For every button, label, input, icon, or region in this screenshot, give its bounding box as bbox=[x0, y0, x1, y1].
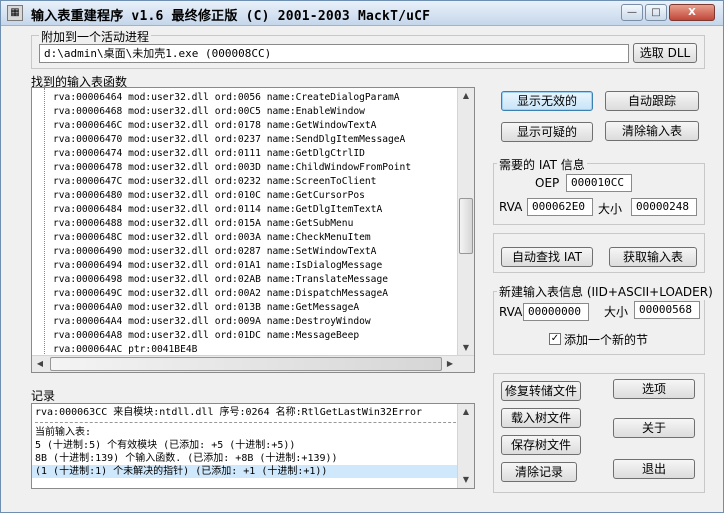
scroll-up-icon[interactable]: ▲ bbox=[458, 404, 474, 420]
oep-label: OEP bbox=[535, 176, 560, 190]
imports-vscroll[interactable]: ▲ ▼ bbox=[457, 88, 474, 356]
close-button[interactable]: X bbox=[669, 4, 715, 21]
import-row[interactable]: rva:0000646C mod:user32.dll ord:0178 nam… bbox=[50, 119, 411, 133]
log-line: 8B (十进制:139) 个输入函数. (已添加: +8B (十进制:+139)… bbox=[35, 453, 338, 464]
get-imports-button[interactable]: 获取输入表 bbox=[609, 247, 697, 267]
log-separator bbox=[35, 422, 471, 423]
add-section-checkbox[interactable]: ✓ bbox=[549, 333, 561, 345]
fix-dump-button[interactable]: 修复转储文件 bbox=[501, 381, 581, 401]
options-button[interactable]: 选项 bbox=[613, 379, 695, 399]
main-window: ▦ 输入表重建程序 v1.6 最终修正版 (C) 2001-2003 MackT… bbox=[0, 0, 724, 513]
iat-label: 需要的 IAT 信息 bbox=[497, 156, 587, 173]
import-row[interactable]: rva:00006494 mod:user32.dll ord:01A1 nam… bbox=[50, 259, 411, 273]
log-line: 5 (十进制:5) 个有效模块 (已添加: +5 (十进制:+5)) bbox=[35, 440, 296, 451]
import-row[interactable]: rva:00006498 mod:user32.dll ord:02AB nam… bbox=[50, 273, 411, 287]
pick-dll-button[interactable]: 选取 DLL bbox=[633, 43, 697, 63]
tree-line bbox=[44, 88, 45, 372]
iat-rva-label: RVA bbox=[499, 200, 523, 214]
log-line: 当前输入表: bbox=[35, 427, 92, 438]
exit-button[interactable]: 退出 bbox=[613, 459, 695, 479]
import-row[interactable]: rva:00006470 mod:user32.dll ord:0237 nam… bbox=[50, 133, 411, 147]
import-row[interactable]: rva:00006490 mod:user32.dll ord:0287 nam… bbox=[50, 245, 411, 259]
iat-size-label: 大小 bbox=[598, 202, 623, 216]
load-tree-button[interactable]: 载入树文件 bbox=[501, 408, 581, 428]
import-row[interactable]: rva:00006478 mod:user32.dll ord:003D nam… bbox=[50, 161, 411, 175]
log-box[interactable]: rva:000063CC 来自模块:ntdll.dll 序号:0264 名称:R… bbox=[31, 403, 475, 489]
save-tree-button[interactable]: 保存树文件 bbox=[501, 435, 581, 455]
import-row[interactable]: rva:00006480 mod:user32.dll ord:010C nam… bbox=[50, 189, 411, 203]
scroll-down-icon[interactable]: ▼ bbox=[458, 472, 474, 488]
about-button[interactable]: 关于 bbox=[613, 418, 695, 438]
maximize-button[interactable]: □ bbox=[645, 4, 667, 21]
minimize-button[interactable]: — bbox=[621, 4, 643, 21]
auto-trace-button[interactable]: 自动跟踪 bbox=[605, 91, 699, 111]
log-first-line: rva:000063CC 来自模块:ntdll.dll 序号:0264 名称:R… bbox=[35, 407, 423, 418]
auto-search-iat-button[interactable]: 自动查找 IAT bbox=[501, 247, 593, 267]
show-invalid-button[interactable]: 显示无效的 bbox=[501, 91, 593, 111]
new-rva-label: RVA bbox=[499, 305, 523, 319]
scroll-up-icon[interactable]: ▲ bbox=[458, 88, 474, 104]
imports-vscroll-thumb[interactable] bbox=[459, 198, 473, 254]
import-row[interactable]: rva:0000649C mod:user32.dll ord:00A2 nam… bbox=[50, 287, 411, 301]
imports-hscroll-thumb[interactable] bbox=[50, 357, 442, 371]
import-row[interactable]: rva:000064A8 mod:user32.dll ord:01DC nam… bbox=[50, 329, 411, 343]
log-line-selected[interactable]: (1 (十进制:1) 个未解决的指针) (已添加: +1 (十进制:+1)) bbox=[32, 465, 474, 478]
scroll-down-icon[interactable]: ▼ bbox=[458, 340, 474, 356]
window-title: 输入表重建程序 v1.6 最终修正版 (C) 2001-2003 MackT/u… bbox=[31, 9, 431, 24]
scroll-right-icon[interactable]: ▶ bbox=[442, 356, 458, 372]
process-select[interactable]: d:\admin\桌面\未加壳1.exe (000008CC) bbox=[39, 44, 629, 63]
show-suspect-button[interactable]: 显示可疑的 bbox=[501, 122, 593, 142]
import-row[interactable]: rva:0000647C mod:user32.dll ord:0232 nam… bbox=[50, 175, 411, 189]
attach-label: 附加到一个活动进程 bbox=[39, 28, 152, 45]
import-row[interactable]: rva:0000648C mod:user32.dll ord:003A nam… bbox=[50, 231, 411, 245]
imports-hscroll[interactable]: ◀ ▶ bbox=[32, 355, 474, 372]
import-row[interactable]: rva:00006464 mod:user32.dll ord:0056 nam… bbox=[50, 91, 411, 105]
add-section-label: 添加一个新的节 bbox=[564, 333, 649, 347]
import-row[interactable]: rva:00006484 mod:user32.dll ord:0114 nam… bbox=[50, 203, 411, 217]
imports-tree[interactable]: rva:00006464 mod:user32.dll ord:0056 nam… bbox=[31, 87, 475, 373]
title-bar[interactable]: ▦ 输入表重建程序 v1.6 最终修正版 (C) 2001-2003 MackT… bbox=[1, 1, 723, 26]
clear-imports-button[interactable]: 清除输入表 bbox=[605, 121, 699, 141]
new-import-label: 新建输入表信息 (IID+ASCII+LOADER) bbox=[497, 283, 715, 300]
imports-rows: rva:00006464 mod:user32.dll ord:0056 nam… bbox=[50, 91, 411, 357]
import-row[interactable]: rva:000064A4 mod:user32.dll ord:009A nam… bbox=[50, 315, 411, 329]
clear-log-button[interactable]: 清除记录 bbox=[501, 462, 577, 482]
iat-size-field[interactable]: 00000248 bbox=[631, 198, 697, 216]
import-row[interactable]: rva:000064A0 mod:user32.dll ord:013B nam… bbox=[50, 301, 411, 315]
oep-field[interactable]: 000010CC bbox=[566, 174, 632, 192]
new-size-label: 大小 bbox=[604, 305, 629, 319]
new-rva-field[interactable]: 00000000 bbox=[523, 303, 589, 321]
import-row[interactable]: rva:00006474 mod:user32.dll ord:0111 nam… bbox=[50, 147, 411, 161]
import-row[interactable]: rva:00006488 mod:user32.dll ord:015A nam… bbox=[50, 217, 411, 231]
log-vscroll[interactable]: ▲ ▼ bbox=[457, 404, 474, 488]
scroll-left-icon[interactable]: ◀ bbox=[32, 356, 48, 372]
import-row[interactable]: rva:00006468 mod:user32.dll ord:00C5 nam… bbox=[50, 105, 411, 119]
new-size-field[interactable]: 00000568 bbox=[634, 301, 700, 319]
app-icon[interactable]: ▦ bbox=[7, 5, 23, 21]
log-label: 记录 bbox=[31, 389, 56, 403]
iat-rva-field[interactable]: 000062E0 bbox=[527, 198, 593, 216]
